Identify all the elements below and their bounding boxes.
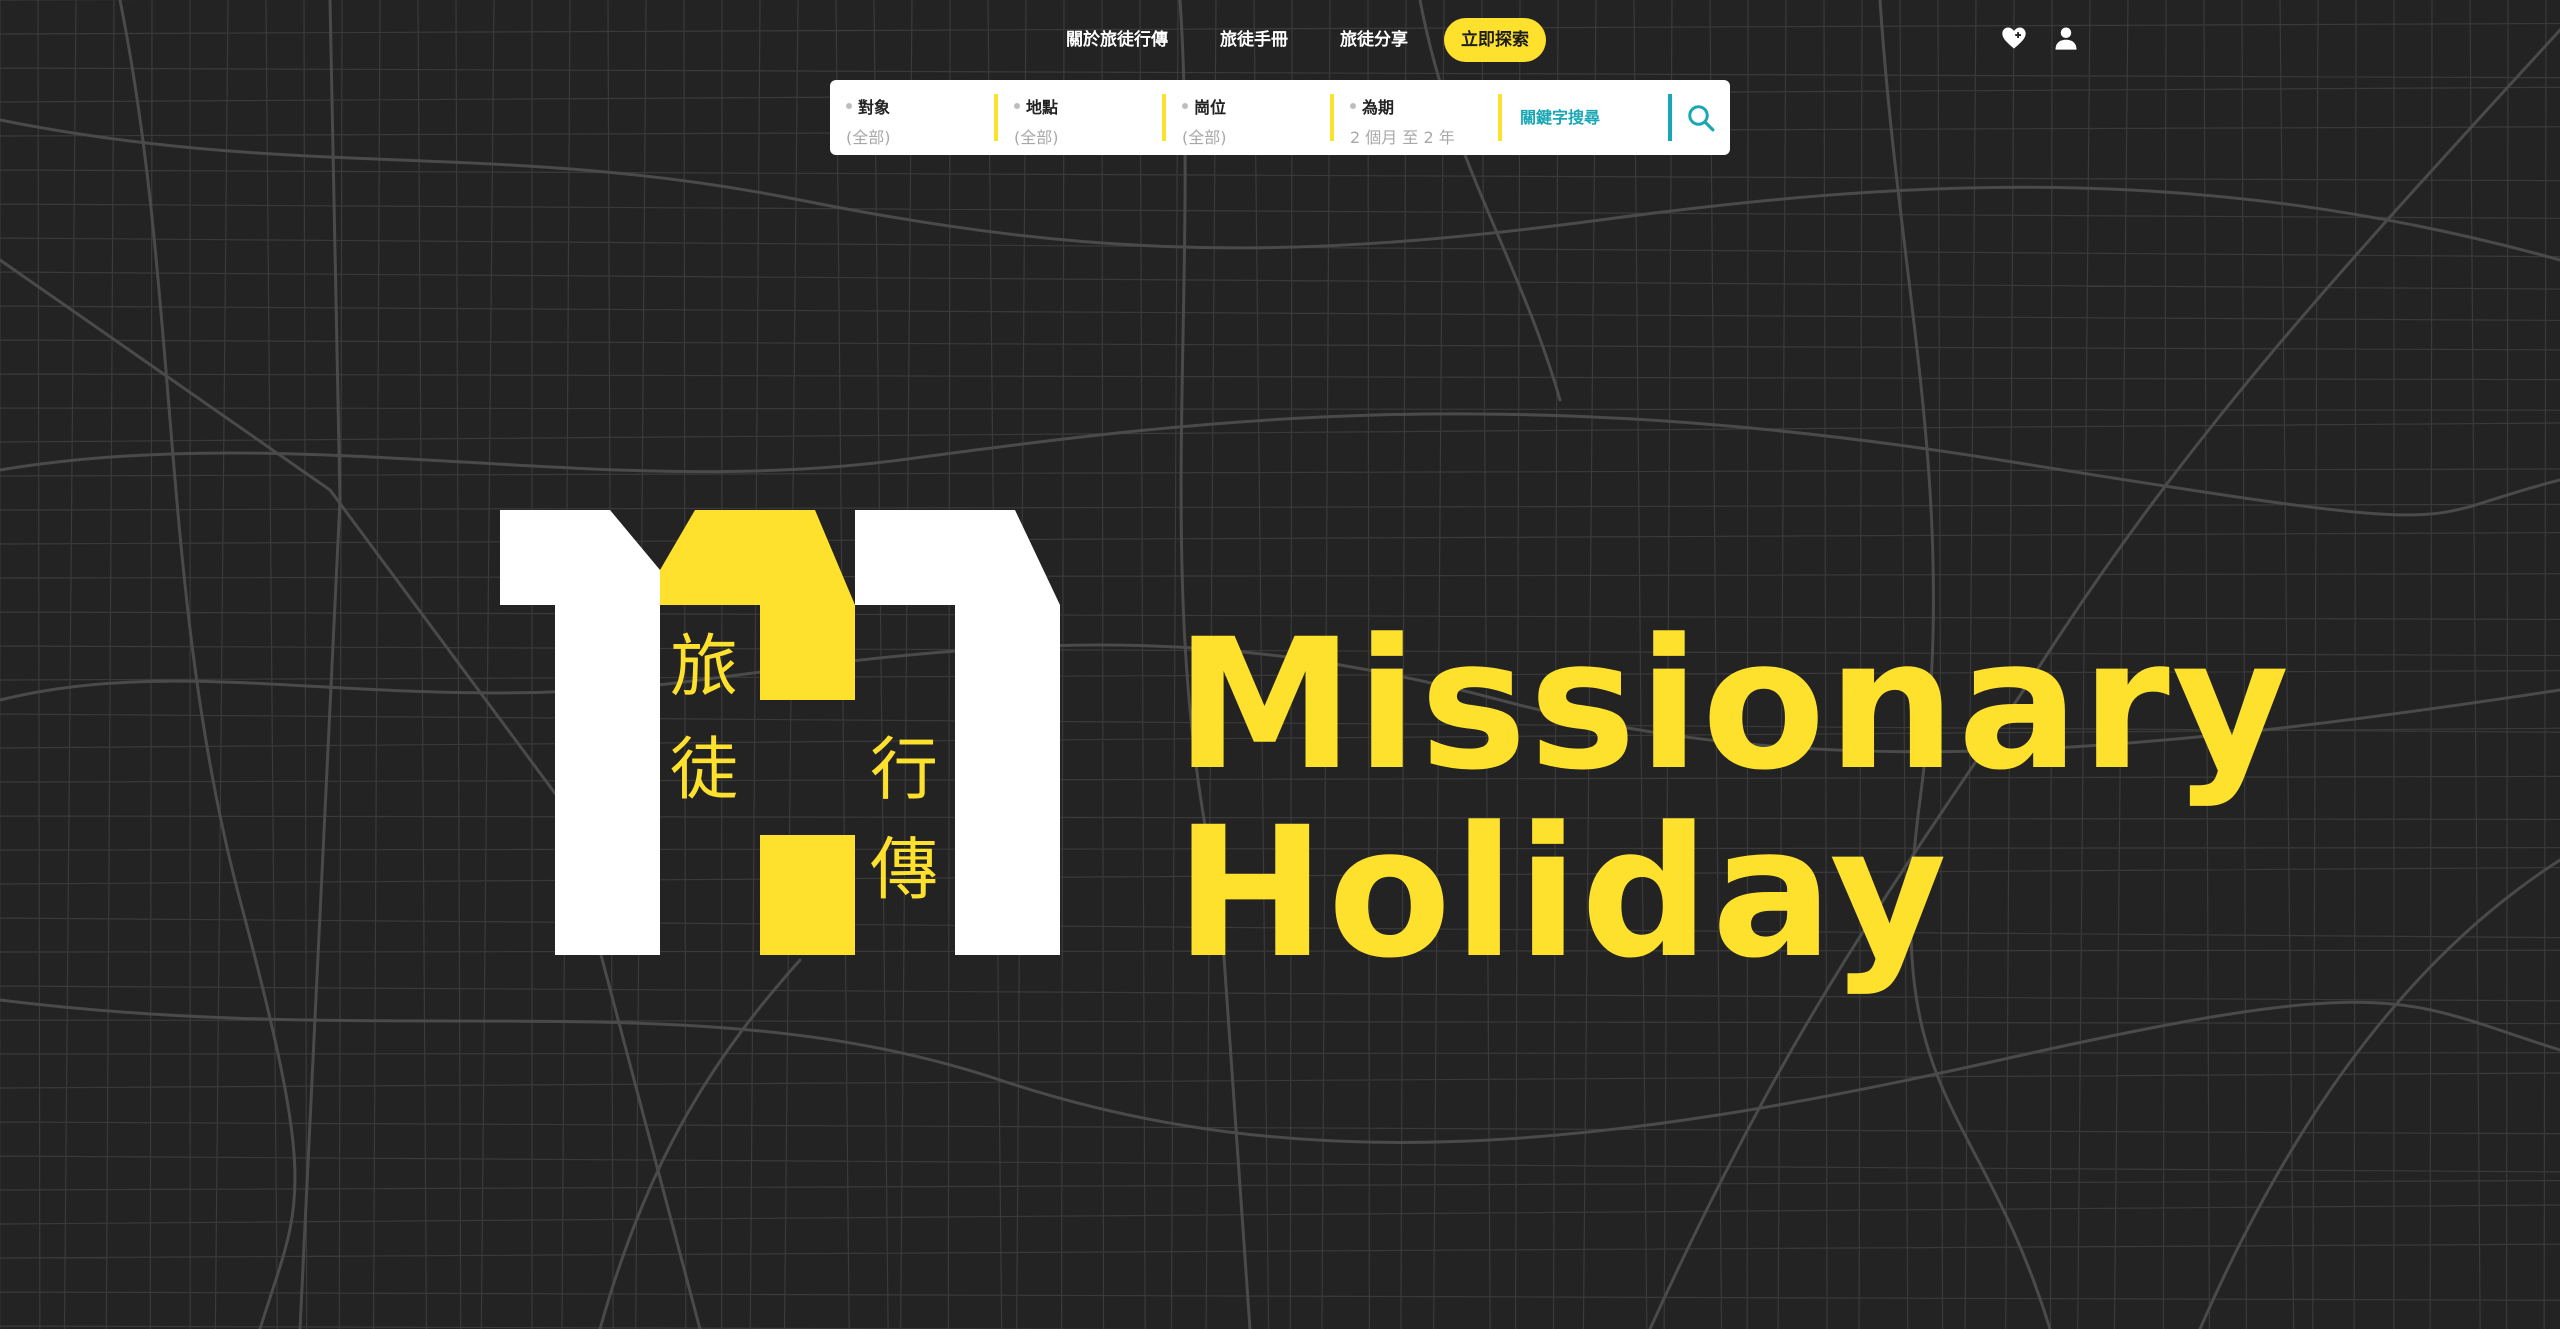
- logo-char-3: 行: [870, 731, 938, 810]
- explore-now-button[interactable]: 立即探索: [1444, 18, 1546, 62]
- logo-char-1: 旅: [670, 628, 738, 707]
- filter-position-value: (全部): [1182, 128, 1227, 147]
- search-button[interactable]: [1672, 80, 1730, 155]
- logo-char-4: 傳: [870, 831, 938, 910]
- search-icon: [1688, 104, 1715, 131]
- filter-target-value: (全部): [846, 128, 891, 147]
- nav-item-about[interactable]: 關於旅徒行傳: [1040, 18, 1194, 62]
- heart-icon[interactable]: [2000, 24, 2028, 52]
- filter-duration[interactable]: 為期 2 個月 至 2 年: [1334, 80, 1502, 155]
- search-bar: 對象 (全部) 地點 (全部) 崗位 (全部) 為期 2 個月 至 2 年: [830, 80, 1730, 155]
- filter-target[interactable]: 對象 (全部): [830, 80, 998, 155]
- filter-position[interactable]: 崗位 (全部): [1166, 80, 1334, 155]
- bullet-dot: [1350, 103, 1356, 109]
- logo-yellow-bottom-shape: [760, 835, 855, 955]
- brand-line-1: Missionary: [1175, 601, 2292, 810]
- filter-position-label: 崗位: [1194, 98, 1227, 117]
- bullet-dot: [846, 103, 852, 109]
- divider: [1668, 94, 1672, 141]
- bullet-dot: [1014, 103, 1020, 109]
- filter-location-label: 地點: [1026, 98, 1059, 117]
- filter-target-label: 對象: [858, 98, 891, 117]
- hero-section: 關於旅徒行傳 旅徒手冊 旅徒分享 立即探索 對象 (全部) 地點 (全部) 崗位…: [0, 0, 2560, 1329]
- filter-duration-label: 為期: [1362, 98, 1395, 117]
- logo-yellow-bar: [760, 687, 855, 700]
- brand-line-2: Holiday: [1175, 789, 1949, 998]
- user-icon[interactable]: [2052, 24, 2080, 52]
- logo-white-left-shape: [500, 510, 660, 955]
- filter-location-value: (全部): [1014, 128, 1059, 147]
- keyword-search: [1502, 80, 1672, 155]
- missionary-holiday-logo: 旅 徒 行 傳: [500, 510, 1060, 955]
- keyword-input[interactable]: [1518, 107, 1672, 128]
- top-nav: 關於旅徒行傳 旅徒手冊 旅徒分享 立即探索: [1040, 18, 1546, 62]
- logo-char-2: 徒: [670, 731, 738, 810]
- brand-wordmark: Missionary Holiday: [1175, 612, 2291, 988]
- nav-item-handbook[interactable]: 旅徒手冊: [1194, 18, 1314, 62]
- top-icons: [2000, 24, 2080, 52]
- filter-location[interactable]: 地點 (全部): [998, 80, 1166, 155]
- filter-duration-value: 2 個月 至 2 年: [1350, 128, 1455, 147]
- bullet-dot: [1182, 103, 1188, 109]
- nav-item-sharing[interactable]: 旅徒分享: [1314, 18, 1434, 62]
